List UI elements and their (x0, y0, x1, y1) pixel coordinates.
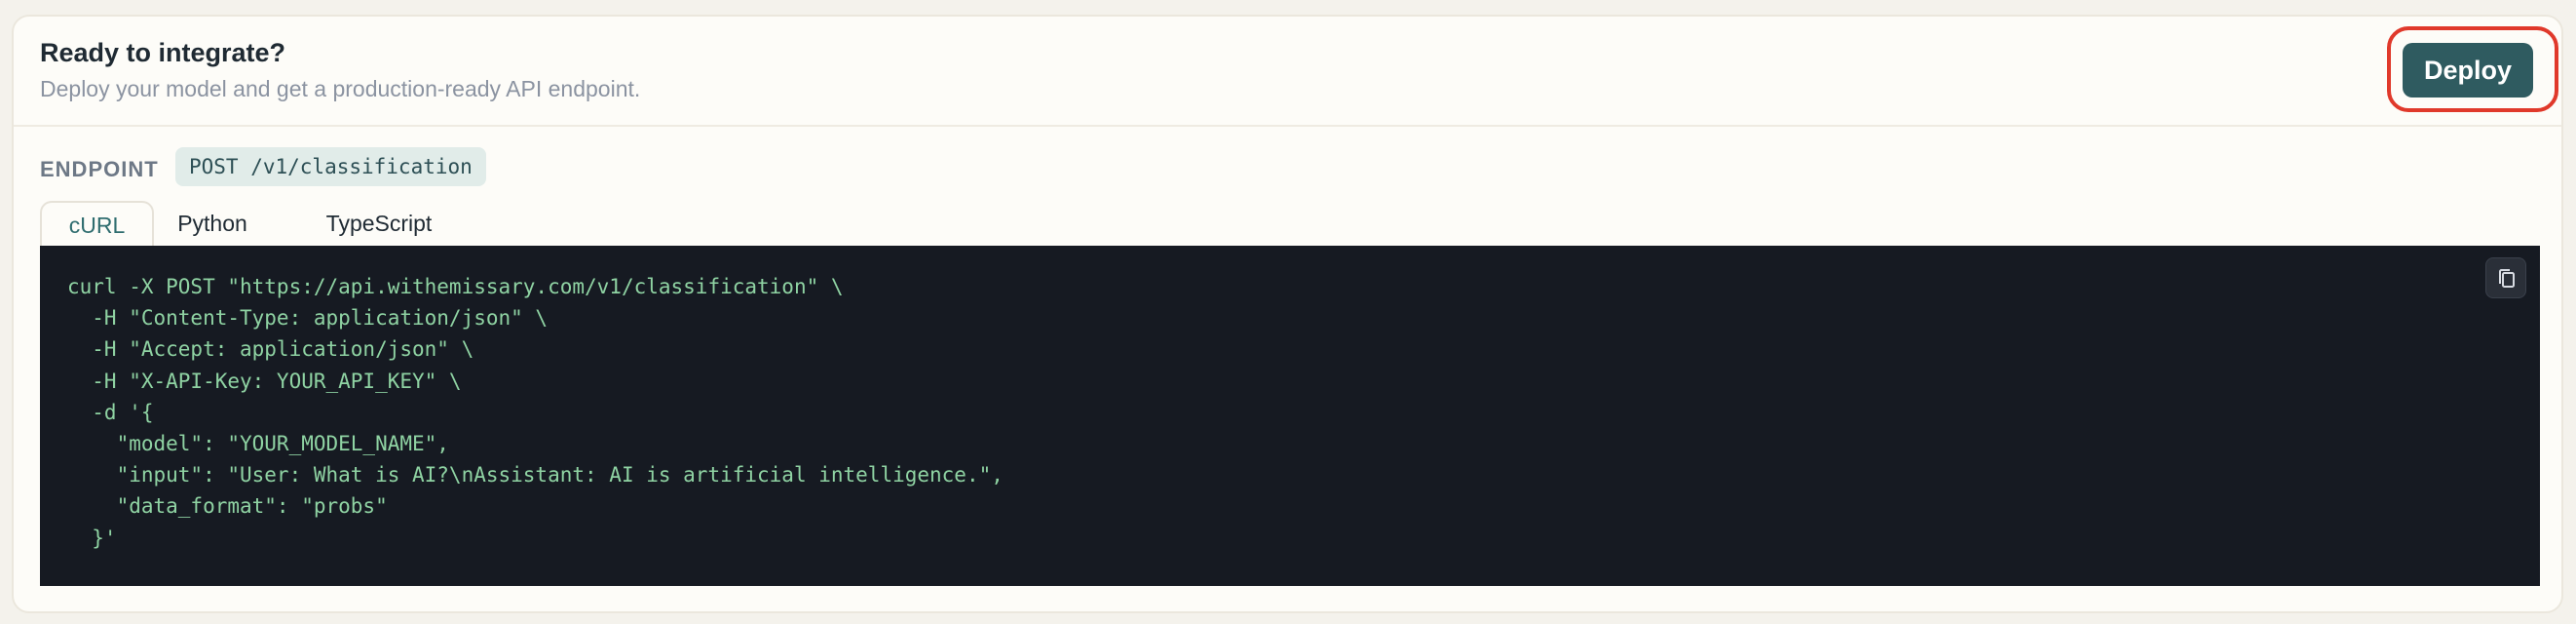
endpoint-badge: POST /v1/classification (175, 147, 486, 186)
card-header: Ready to integrate? Deploy your model an… (14, 17, 2561, 127)
code-line: "input": "User: What is AI?\nAssistant: … (67, 463, 1004, 488)
card-title: Ready to integrate? (40, 38, 286, 67)
copy-icon (2499, 269, 2515, 288)
deploy-button-highlight: Deploy (2387, 26, 2558, 112)
code-line: "model": "YOUR_MODEL_NAME", (67, 432, 449, 456)
code-line: -H "Accept: application/json" \ (67, 337, 474, 362)
deploy-button[interactable]: Deploy (2403, 43, 2533, 98)
card-subtitle: Deploy your model and get a production-r… (40, 76, 641, 101)
code-line: -H "Content-Type: application/json" \ (67, 306, 549, 331)
code-line: }' (67, 526, 117, 550)
tab-curl[interactable]: cURL (40, 201, 154, 246)
endpoint-label: ENDPOINT (40, 157, 159, 181)
code-line: curl -X POST "https://api.withemissary.c… (67, 275, 844, 298)
code-line: -H "X-API-Key: YOUR_API_KEY" \ (67, 369, 462, 393)
code-line: -d '{ (67, 400, 154, 424)
code-block: curl -X POST "https://api.withemissary.c… (40, 246, 2540, 586)
code-snippet: curl -X POST "https://api.withemissary.c… (67, 271, 1004, 554)
tab-typescript[interactable]: TypeScript (316, 201, 442, 246)
tab-python[interactable]: Python (164, 201, 261, 246)
code-line: "data_format": "probs" (67, 494, 388, 519)
integration-card: Ready to integrate? Deploy your model an… (12, 15, 2563, 613)
copy-code-button[interactable] (2485, 257, 2526, 298)
